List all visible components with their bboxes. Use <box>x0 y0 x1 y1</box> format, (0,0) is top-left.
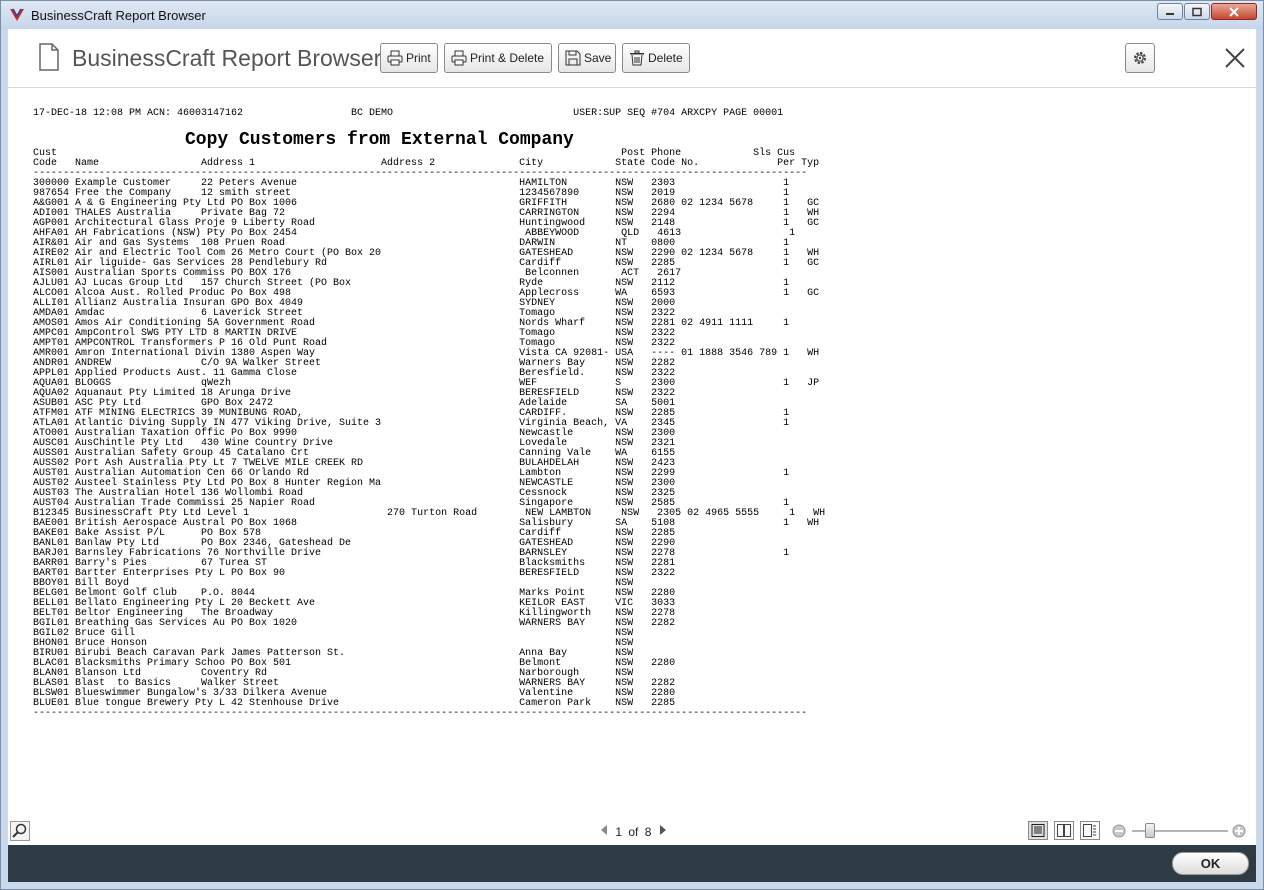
floppy-disk-icon <box>565 50 581 66</box>
save-label: Save <box>584 51 612 65</box>
current-page: 1 <box>615 824 623 839</box>
settings-button[interactable] <box>1125 43 1155 73</box>
single-page-icon <box>1031 824 1045 837</box>
report-header-line: 17-DEC-18 12:08 PM ACN: 46003147162 BC D… <box>33 108 784 119</box>
gear-icon <box>1134 52 1146 64</box>
report-browser-panel: BusinessCraft Report Browser Print Print… <box>8 29 1256 845</box>
businesscraft-logo-icon <box>10 8 24 21</box>
page-title: BusinessCraft Report Browser <box>72 45 382 71</box>
zoom-out-icon[interactable] <box>1112 824 1126 838</box>
window-close-button[interactable] <box>1211 3 1257 20</box>
delete-button[interactable]: Delete <box>622 43 690 73</box>
save-button[interactable]: Save <box>558 43 616 73</box>
close-icon[interactable] <box>1224 47 1246 69</box>
window-title: BusinessCraft Report Browser <box>31 8 206 23</box>
previous-page-button[interactable] <box>600 824 608 839</box>
window-titlebar[interactable]: BusinessCraft Report Browser <box>1 1 1263 29</box>
printer-icon <box>387 50 403 66</box>
two-page-icon <box>1057 824 1071 837</box>
maximize-button[interactable] <box>1184 3 1210 20</box>
multi-page-icon <box>1083 824 1096 837</box>
report-rows: 300000 Example Customer 22 Peters Avenue… <box>33 178 825 709</box>
trash-icon <box>630 50 644 66</box>
chevron-right-icon <box>659 825 666 836</box>
print-and-delete-button[interactable]: Print & Delete <box>444 43 552 73</box>
single-page-view-button[interactable] <box>1028 821 1048 840</box>
document-icon <box>39 43 59 71</box>
search-icon <box>10 821 30 841</box>
dialog-footer: OK <box>8 845 1256 882</box>
close-icon <box>1229 6 1239 17</box>
header-toolbar: BusinessCraft Report Browser Print Print… <box>8 29 1256 88</box>
ok-button[interactable]: OK <box>1172 852 1249 875</box>
report-title: Copy Customers from External Company <box>185 130 574 150</box>
multi-page-view-button[interactable] <box>1080 821 1100 840</box>
chevron-left-icon <box>601 825 607 836</box>
footer-separator: ----------------------------------------… <box>33 708 808 719</box>
zoom-slider-thumb[interactable] <box>1144 823 1155 838</box>
next-page-button[interactable] <box>659 824 667 839</box>
printer-icon <box>451 50 467 66</box>
print-button[interactable]: Print <box>380 43 438 73</box>
print-label: Print <box>406 51 431 65</box>
report-body: 17-DEC-18 12:08 PM ACN: 46003147162 BC D… <box>33 109 825 719</box>
maximize-icon <box>1192 7 1202 16</box>
two-page-view-button[interactable] <box>1054 821 1074 840</box>
report-page: 17-DEC-18 12:08 PM ACN: 46003147162 BC D… <box>8 88 1256 816</box>
search-button[interactable] <box>10 821 30 841</box>
page-navigator: 1 of 8 <box>600 824 667 839</box>
minimize-icon <box>1166 12 1174 15</box>
minimize-button[interactable] <box>1157 3 1183 20</box>
print-delete-label: Print & Delete <box>470 51 545 65</box>
delete-label: Delete <box>648 51 683 65</box>
total-pages: 8 <box>644 824 652 839</box>
zoom-in-icon[interactable] <box>1232 824 1246 838</box>
page-of-label: of <box>628 824 639 839</box>
